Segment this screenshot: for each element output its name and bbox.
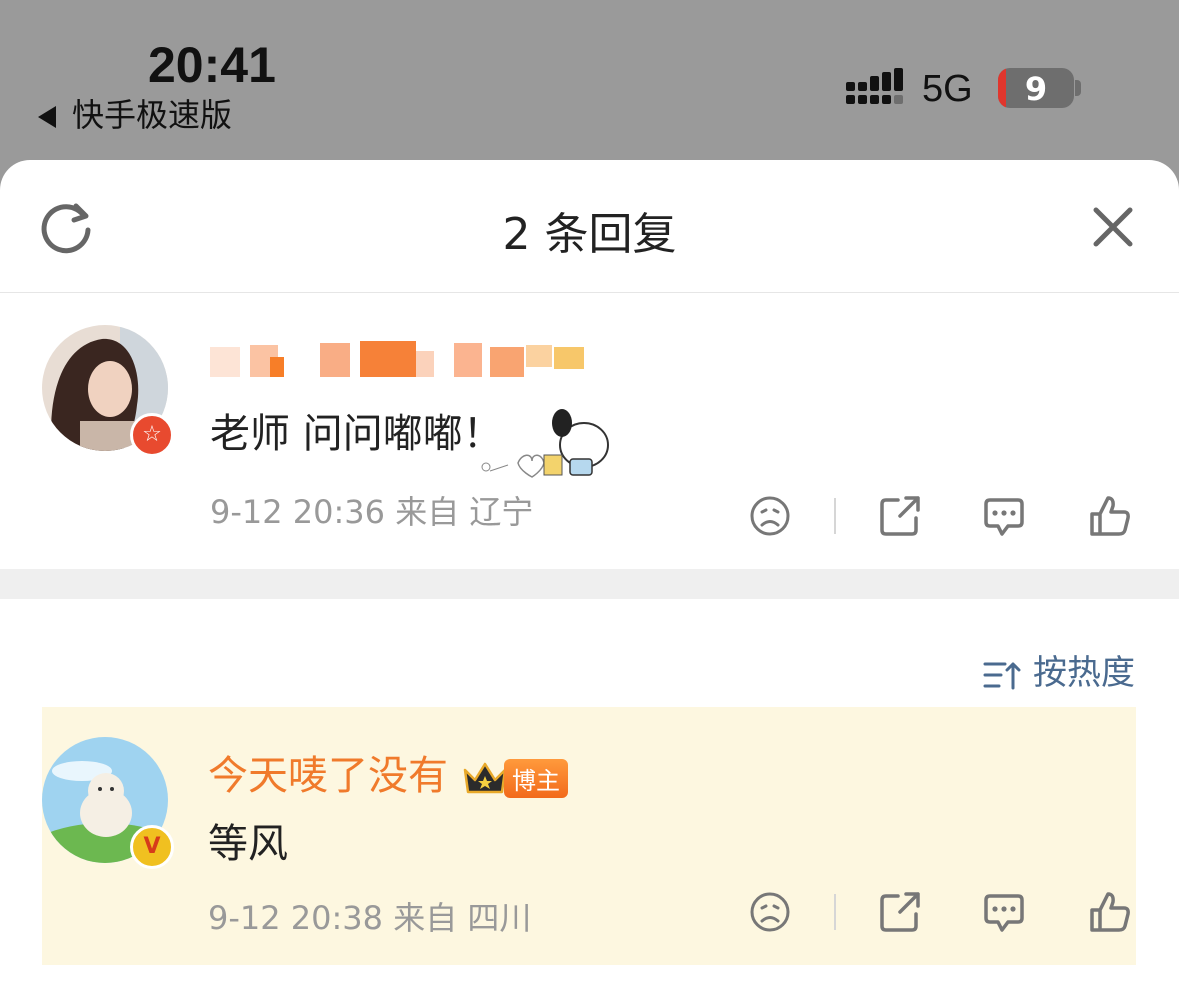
dislike-icon[interactable] [748,494,792,538]
comment-actions-row-2 [748,890,1138,936]
reply-icon[interactable] [982,890,1026,934]
back-to-app[interactable]: 快手极速版 [38,90,232,136]
comment-location: 辽宁 [469,493,534,531]
sort-label: 按热度 [1033,653,1135,693]
username-text: 今天唛了没有 [208,753,448,799]
sticker-image [481,409,609,478]
crown-icon [463,762,507,794]
sheet-title: 2 条回复 [502,209,677,260]
action-separator [834,498,836,534]
sort-bar: 按热度 [0,599,1179,707]
like-icon[interactable] [1088,494,1132,538]
blurred-username [210,341,584,377]
signal-icon [846,68,903,104]
like-icon[interactable] [1088,890,1132,934]
close-icon[interactable] [1088,202,1138,252]
verified-v-badge: V [130,825,174,869]
comment-meta: 9-12 20:36 来自 辽宁 [210,487,533,533]
comment-from-label: 来自 [393,899,458,937]
status-bar: 20:41 快手极速版 5G 9 [0,0,1179,160]
share-icon[interactable] [878,494,922,538]
sort-icon [983,662,1021,689]
sheet-header: 2 条回复 [0,160,1179,293]
comment-actions-row-1 [748,494,1138,540]
comment-meta: 9-12 20:38 来自 四川 [208,893,531,939]
action-separator [834,894,836,930]
comment-text: 等风 [208,821,288,867]
back-app-label: 快手极速版 [72,96,233,134]
network-label: 5G [922,68,973,110]
comment-username[interactable]: 今天唛了没有 博主 [208,743,568,801]
host-badge: 博主 [504,758,568,798]
comment-date: 9-12 20:36 [210,493,386,531]
battery-level: 9 [1024,70,1048,108]
replies-sheet: 2 条回复 ☆ 老师 问问嘟嘟！ 9-12 20:36 来自 辽宁 按热度 V … [0,160,1179,985]
battery-tip [1075,80,1081,96]
comment-location: 四川 [467,899,532,937]
section-divider [0,569,1179,599]
comment-from-label: 来自 [395,493,460,531]
comment-date: 9-12 20:38 [208,899,384,937]
reply-icon[interactable] [982,494,1026,538]
official-star-badge: ☆ [130,413,174,457]
comment-item-host: V 今天唛了没有 博主 等风 9-12 20:38 来自 四川 [0,707,1179,985]
dislike-icon[interactable] [748,890,792,934]
status-time: 20:41 [148,37,276,93]
share-icon[interactable] [878,890,922,934]
back-arrow-icon [38,106,56,128]
comment-text: 老师 问问嘟嘟！ [210,411,503,457]
sort-by-hot-button[interactable]: 按热度 [983,645,1135,694]
battery-icon: 9 [998,68,1074,108]
